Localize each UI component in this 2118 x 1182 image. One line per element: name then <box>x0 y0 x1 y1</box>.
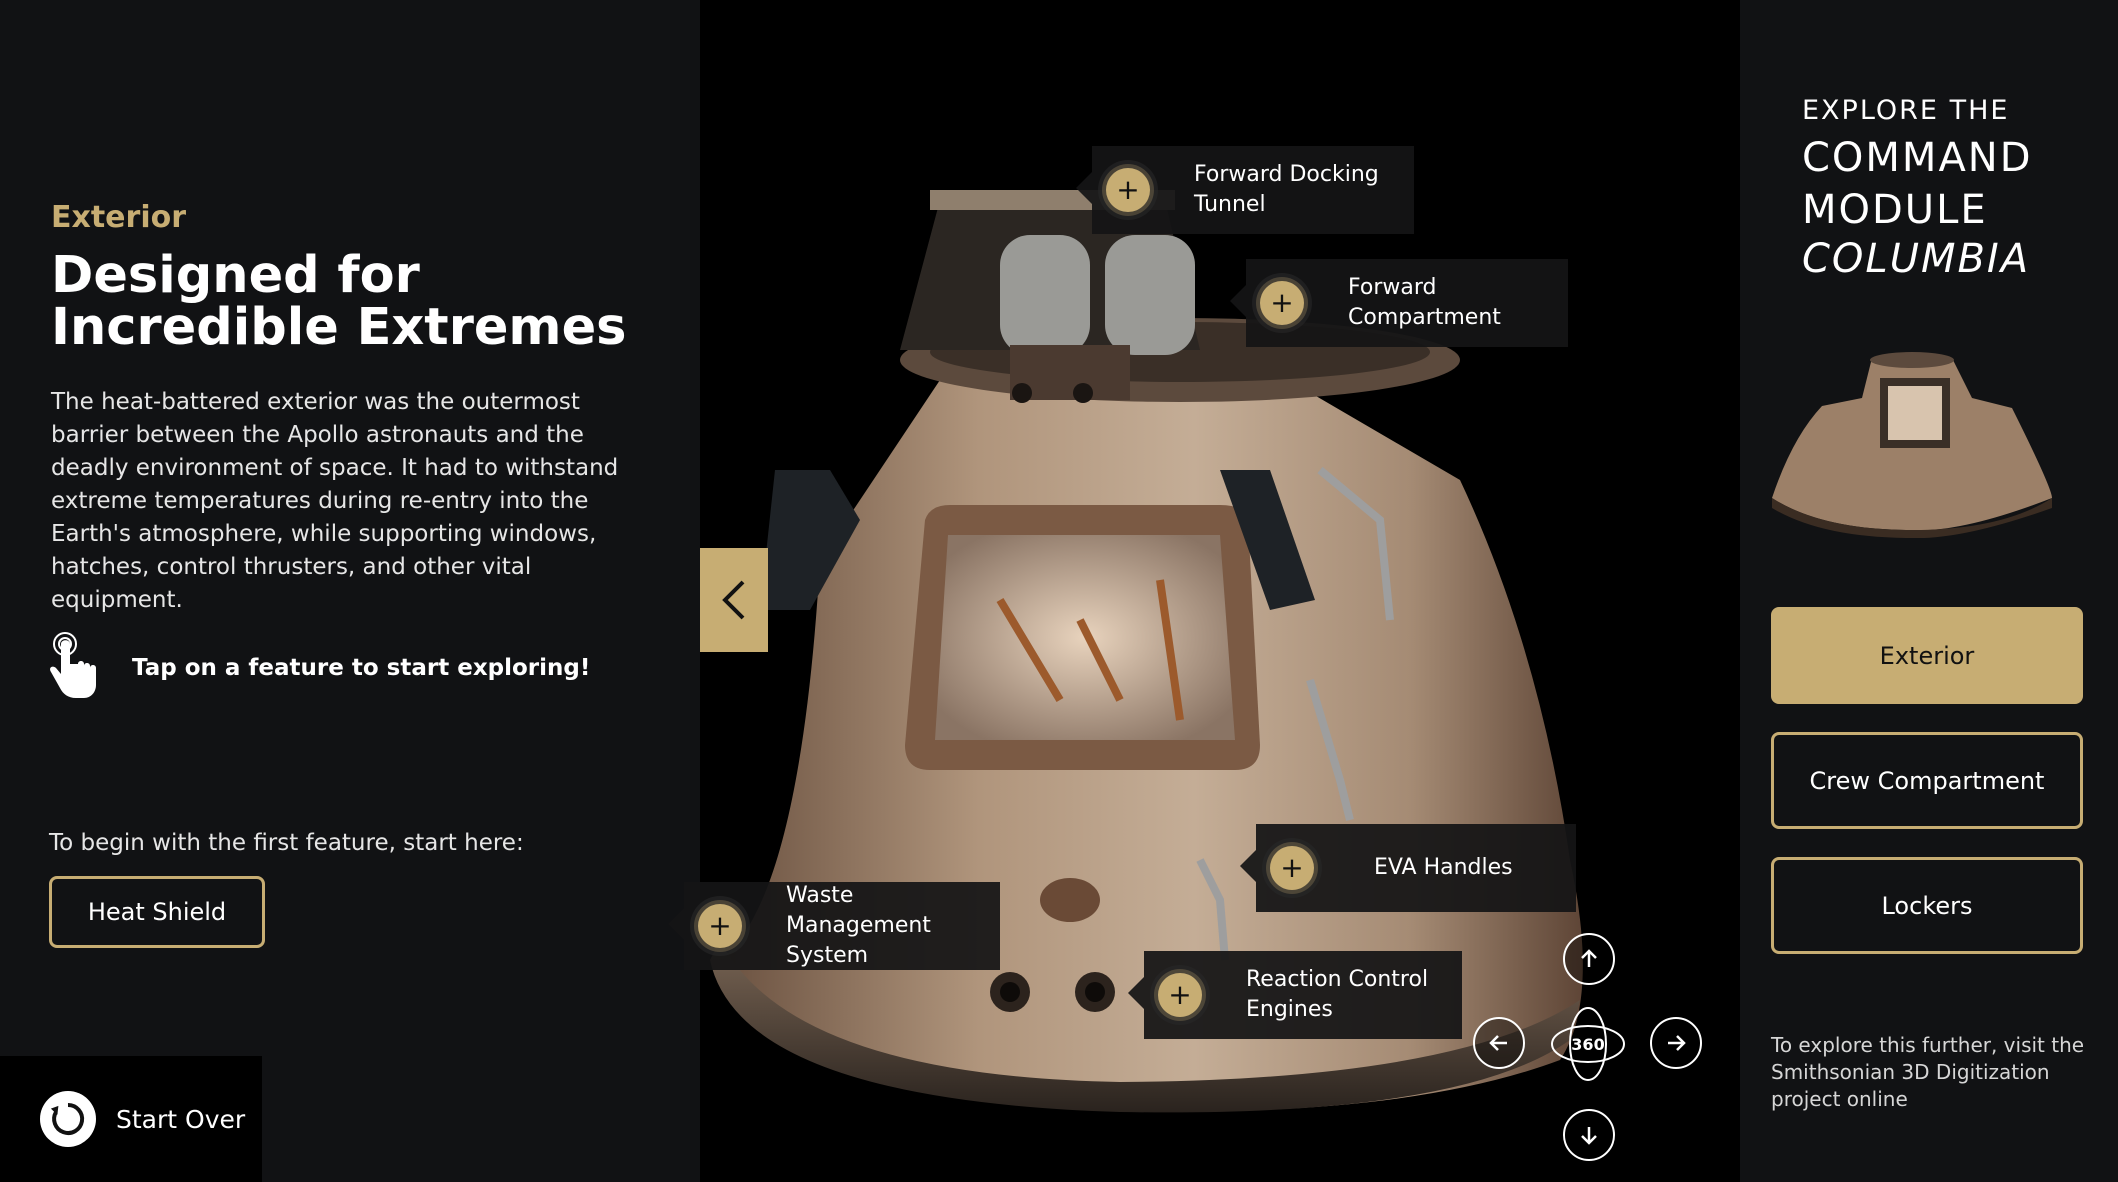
hotspot-forward-docking-tunnel[interactable]: + Forward Docking Tunnel <box>1076 146 1414 234</box>
hotspot-label: Reaction Control Engines <box>1246 967 1429 1022</box>
arrow-up-icon <box>1581 949 1597 967</box>
start-over-button[interactable]: Start Over <box>0 1056 262 1182</box>
begin-prompt: To begin with the first feature, start h… <box>49 830 524 856</box>
tap-prompt-text: Tap on a feature to start exploring! <box>132 655 591 681</box>
svg-text:360: 360 <box>1571 1035 1604 1054</box>
hotspot-reaction-control-engines[interactable]: + Reaction Control Engines <box>1128 951 1462 1039</box>
arrow-down-icon <box>1581 1127 1597 1145</box>
hotspot-label: Forward Compartment <box>1348 275 1501 330</box>
arrow-left-icon <box>1489 1035 1507 1051</box>
hotspot-forward-compartment[interactable]: + Forward Compartment <box>1230 259 1568 347</box>
description-text: The heat-battered exterior was the outer… <box>51 389 619 613</box>
hotspot-eva-handles[interactable]: + EVA Handles <box>1240 824 1576 912</box>
chevron-left-icon <box>722 580 745 620</box>
info-panel: Exterior Designed for Incredible Extreme… <box>0 0 700 1182</box>
rotate-left-button[interactable] <box>1473 1017 1525 1069</box>
nav-lockers-button[interactable]: Lockers <box>1771 857 2083 954</box>
plus-icon: + <box>1270 846 1314 890</box>
plus-icon: + <box>1158 973 1202 1017</box>
plus-icon: + <box>1260 281 1304 325</box>
section-label: Exterior <box>51 200 187 235</box>
explore-heading: COMMAND MODULE <box>1802 135 2033 233</box>
hotspot-label: EVA Handles <box>1374 855 1513 880</box>
rotate-360-icon: 360 <box>1551 1007 1625 1081</box>
further-info-text: To explore this further, visit the Smith… <box>1771 1033 2085 1111</box>
module-thumbnail <box>1762 318 2062 539</box>
rotate-right-button[interactable] <box>1650 1017 1702 1069</box>
hotspot-label: Waste Management System <box>786 883 931 968</box>
hotspot-label: Forward Docking Tunnel <box>1194 162 1379 217</box>
heat-shield-button[interactable]: Heat Shield <box>49 876 265 948</box>
nav-exterior-button[interactable]: Exterior <box>1771 607 2083 704</box>
rotate-up-button[interactable] <box>1563 933 1615 985</box>
plus-icon: + <box>1106 168 1150 212</box>
tap-prompt: Tap on a feature to start exploring! <box>46 630 590 706</box>
explore-heading-italic: COLUMBIA <box>1802 236 2031 282</box>
start-over-label: Start Over <box>116 1104 246 1134</box>
nav-crew-compartment-button[interactable]: Crew Compartment <box>1771 732 2083 829</box>
arrow-right-icon <box>1668 1035 1686 1051</box>
plus-icon: + <box>698 904 742 948</box>
rotate-360-button[interactable]: 360 <box>1550 1006 1626 1082</box>
hotspot-waste-management-system[interactable]: + Waste Management System <box>668 882 1000 970</box>
page-title: Designed for Incredible Extremes <box>51 246 627 357</box>
restart-icon <box>40 1091 96 1147</box>
tap-hand-icon <box>46 630 100 706</box>
rotate-down-button[interactable] <box>1563 1109 1615 1161</box>
explore-heading-small: EXPLORE THE <box>1802 95 2010 126</box>
collapse-panel-button[interactable] <box>700 548 768 652</box>
